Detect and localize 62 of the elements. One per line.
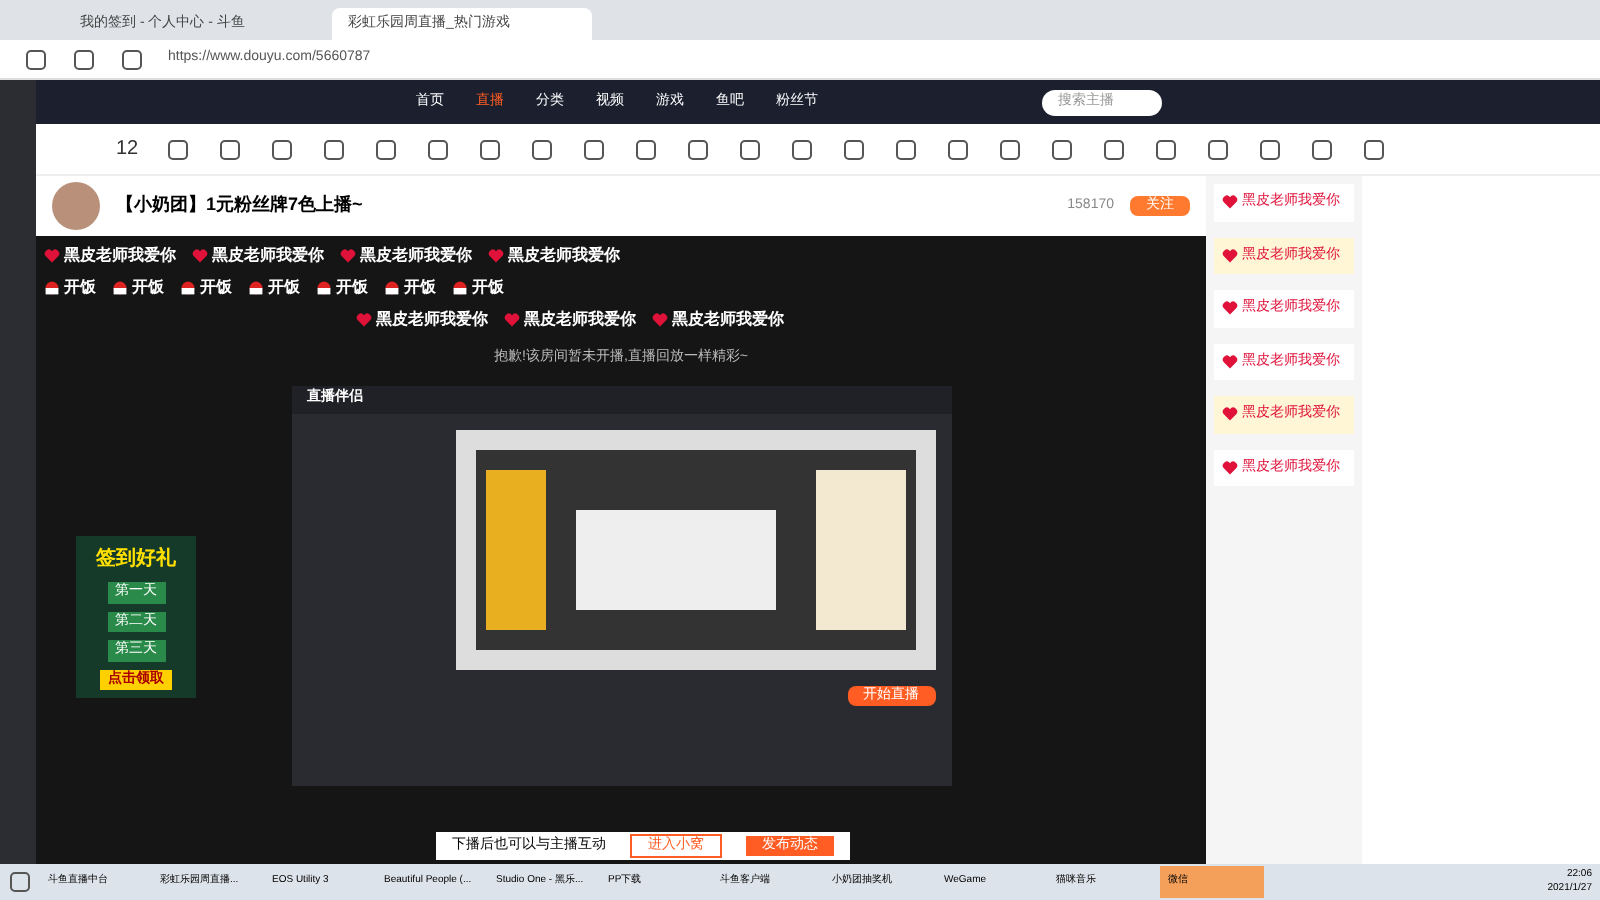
heart-icon	[356, 312, 372, 328]
toolbar-icon[interactable]	[1154, 137, 1179, 161]
toolbar-icon[interactable]	[946, 137, 971, 161]
danmaku-text: 黑皮老师我爱你	[212, 244, 324, 268]
heart-icon	[1222, 300, 1238, 317]
danmaku-text: 开饭	[404, 276, 436, 300]
danmaku-text: 开饭	[64, 276, 96, 300]
toolbar-icon[interactable]	[686, 137, 711, 161]
toolbar-icon[interactable]	[894, 137, 919, 161]
danmaku-text: 开饭	[132, 276, 164, 300]
danmaku-text: 黑皮老师我爱你	[524, 308, 636, 332]
heart-icon	[1222, 247, 1238, 264]
toolbar-icon[interactable]	[1206, 137, 1231, 161]
heart-icon	[1222, 406, 1238, 423]
heart-icon	[1222, 459, 1238, 476]
bowl-icon	[384, 280, 400, 296]
danmaku-text: 开饭	[268, 276, 300, 300]
toolbar-icon[interactable]	[218, 137, 243, 161]
danmaku-text: 黑皮老师我爱你	[64, 244, 176, 268]
bowl-icon	[316, 280, 332, 296]
toolbar-icon[interactable]	[322, 137, 347, 161]
heart-icon	[1222, 194, 1238, 211]
heart-icon	[652, 312, 668, 328]
toolbar-icon[interactable]	[790, 137, 815, 161]
toolbar-icon[interactable]	[166, 137, 191, 161]
toolbar-icon[interactable]	[478, 137, 503, 161]
avatar	[52, 182, 100, 230]
heart-icon	[192, 248, 208, 264]
toolbar-icon[interactable]	[998, 137, 1023, 161]
toolbar-icon[interactable]	[1258, 137, 1283, 161]
toolbar-icon[interactable]	[1310, 137, 1335, 161]
toolbar-icon[interactable]	[1362, 137, 1387, 161]
heart-icon	[1222, 353, 1238, 370]
bowl-icon	[248, 280, 264, 296]
bowl-icon	[452, 280, 468, 296]
heart-icon	[340, 248, 356, 264]
toolbar-icon[interactable]	[582, 137, 607, 161]
toolbar-icon[interactable]	[1102, 137, 1127, 161]
danmaku-text: 黑皮老师我爱你	[360, 244, 472, 268]
danmaku-text: 开饭	[472, 276, 504, 300]
bowl-icon	[180, 280, 196, 296]
toolbar-icon[interactable]	[426, 137, 451, 161]
bowl-icon	[112, 280, 128, 296]
danmaku-text: 黑皮老师我爱你	[376, 308, 488, 332]
heart-icon	[44, 248, 60, 264]
level-count: 12	[116, 136, 139, 164]
toolbar-icon[interactable]	[374, 137, 399, 161]
toolbar-icon[interactable]	[1050, 137, 1075, 161]
danmaku-text: 黑皮老师我爱你	[672, 308, 784, 332]
danmaku-text: 黑皮老师我爱你	[508, 244, 620, 268]
toolbar-icon[interactable]	[270, 137, 295, 161]
room-title: 【小奶团】1元粉丝牌7色上播~	[116, 192, 365, 219]
toolbar-icon[interactable]	[842, 137, 867, 161]
toolbar-icon[interactable]	[530, 137, 555, 161]
danmaku-text: 开饭	[336, 276, 368, 300]
danmaku-text: 开饭	[200, 276, 232, 300]
promo-title: 签到好礼	[96, 545, 176, 574]
heart-icon	[488, 248, 504, 264]
heart-icon	[504, 312, 520, 328]
toolbar-icon[interactable]	[738, 137, 763, 161]
toolbar-icon[interactable]	[634, 137, 659, 161]
bowl-icon	[44, 280, 60, 296]
